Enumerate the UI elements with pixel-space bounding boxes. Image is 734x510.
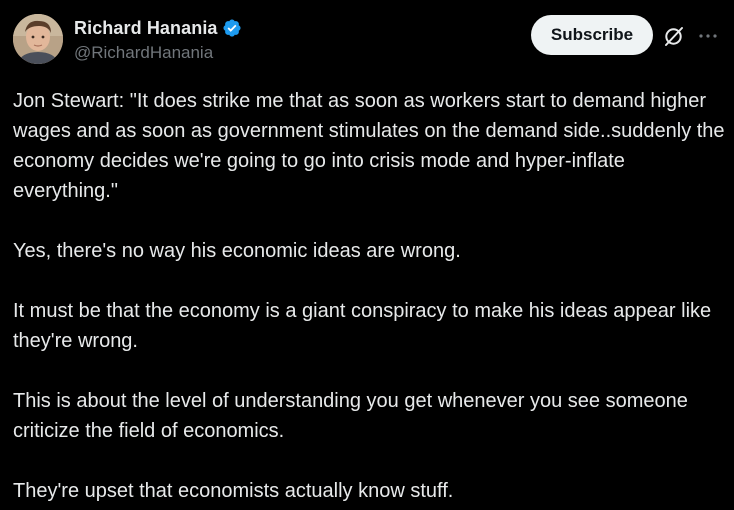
author-info: Richard Hanania @RichardHanania xyxy=(74,16,242,63)
post-paragraph: They're upset that economists actually k… xyxy=(13,480,454,502)
post-paragraph: This is about the level of understanding… xyxy=(13,390,694,442)
grok-icon[interactable] xyxy=(662,24,686,48)
display-name-row: Richard Hanania xyxy=(74,16,242,40)
subscribe-button[interactable]: Subscribe xyxy=(531,15,653,55)
post-body: Jon Stewart: "It does strike me that as … xyxy=(13,86,725,506)
display-name[interactable]: Richard Hanania xyxy=(74,18,218,39)
avatar[interactable] xyxy=(13,14,63,64)
post-paragraph: Yes, there's no way his economic ideas a… xyxy=(13,240,461,262)
user-handle[interactable]: @RichardHanania xyxy=(74,43,242,63)
avatar-image xyxy=(13,14,63,64)
post-paragraph: Jon Stewart: "It does strike me that as … xyxy=(13,90,731,202)
post-card: Richard Hanania @RichardHanania Subscrib… xyxy=(0,0,734,510)
more-horizontal-icon[interactable] xyxy=(696,24,720,48)
verified-badge-icon[interactable] xyxy=(222,18,242,38)
post-paragraph: It must be that the economy is a giant c… xyxy=(13,300,717,352)
